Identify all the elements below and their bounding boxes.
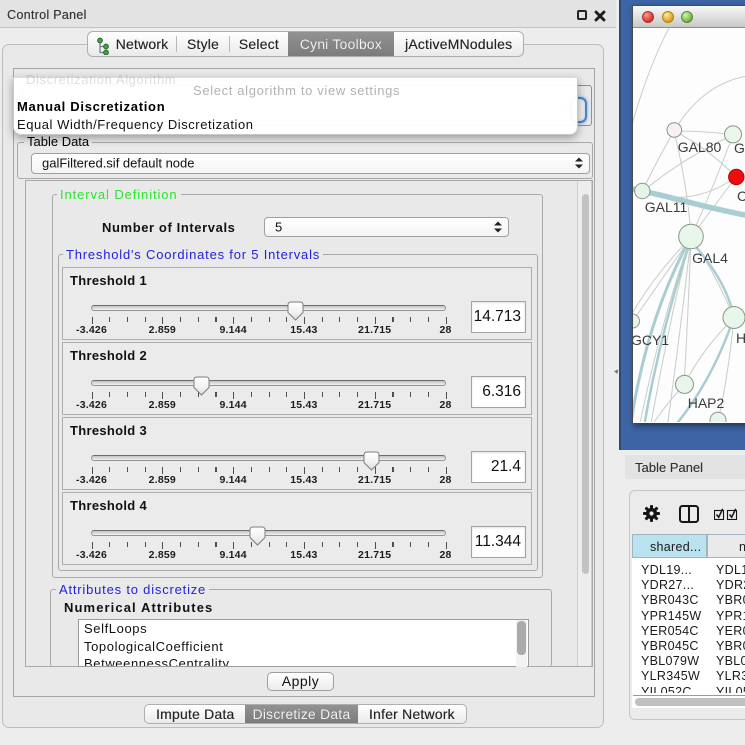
svg-text:GAL80: GAL80: [678, 139, 722, 155]
svg-text:HAP2: HAP2: [688, 395, 725, 411]
svg-text:GAL11: GAL11: [645, 199, 688, 215]
svg-text:GCY1: GCY1: [633, 332, 669, 348]
svg-text:H: H: [736, 330, 745, 346]
svg-text:GAL4: GAL4: [692, 250, 728, 266]
svg-text:C: C: [737, 188, 745, 204]
svg-text:GA: GA: [734, 140, 745, 156]
